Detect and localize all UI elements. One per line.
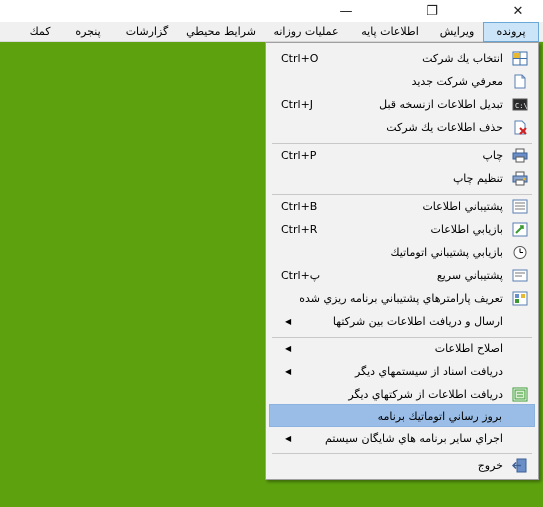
grid-icon <box>512 51 528 66</box>
submenu-arrow-icon: ◀ <box>285 434 292 443</box>
svg-text:C:\: C:\ <box>515 102 528 110</box>
close-icon: ✕ <box>512 3 524 19</box>
delete-document-icon <box>512 120 528 135</box>
minimize-button[interactable]: — <box>328 0 364 22</box>
menu-item-select-company[interactable]: انتخاب يك شركت Ctrl+O <box>269 47 535 70</box>
menu-item-auto-update[interactable]: بروز رساني اتوماتيك برنامه <box>269 404 535 427</box>
menu-window[interactable]: پنجره <box>62 22 114 42</box>
menu-item-auto-backup-restore[interactable]: بازيابي پشتيباني اتوماتيك <box>269 241 535 264</box>
menu-daily-operations[interactable]: عمليات روزانه <box>264 22 348 42</box>
menu-environment[interactable]: شرايط محيطي <box>180 22 262 42</box>
menu-item-print-setup[interactable]: تنظيم چاپ <box>269 167 535 190</box>
restore-icon: ❐ <box>426 3 438 19</box>
title-bar: — ❐ ✕ <box>0 0 543 22</box>
menu-item-new-company[interactable]: معرفي شركت جديد <box>269 70 535 93</box>
menu-item-quick-backup[interactable]: پشتيباني سريع Ctrl+پ <box>269 264 535 287</box>
print-setup-icon <box>512 171 528 186</box>
menu-edit[interactable]: ويرايش <box>432 22 482 42</box>
menu-item-exit[interactable]: خروج <box>269 454 535 477</box>
close-button[interactable]: ✕ <box>500 0 536 22</box>
clock-icon <box>512 245 528 260</box>
menu-item-restore[interactable]: بازيابي اطلاعات Ctrl+R <box>269 218 535 241</box>
menu-item-scheduled-backup-params[interactable]: تعريف پارامترهاي پشتيباني برنامه ريزي شد… <box>269 287 535 310</box>
menu-file[interactable]: پرونده <box>483 22 539 42</box>
schedule-icon <box>512 291 528 306</box>
restore-icon <box>512 222 528 237</box>
menu-bar: پرونده ويرايش اطلاعات پايه عمليات روزانه… <box>0 22 543 42</box>
menu-help[interactable]: کمك <box>20 22 60 42</box>
menu-item-print[interactable]: چاپ Ctrl+P <box>269 144 535 167</box>
import-icon <box>512 387 528 402</box>
minimize-icon: — <box>339 3 353 19</box>
menu-item-send-receive-between-companies[interactable]: ارسال و دريافت اطلاعات بين شركتها ◀ <box>269 310 535 333</box>
menu-item-convert-data[interactable]: C:\ تبديل اطلاعات ازنسخه قبل Ctrl+J <box>269 93 535 116</box>
console-icon: C:\ <box>512 97 528 112</box>
menu-reports[interactable]: گزارشات <box>116 22 178 42</box>
submenu-arrow-icon: ◀ <box>285 367 292 376</box>
menu-item-receive-docs-other-systems[interactable]: دريافت اسناد از سيستمهاي ديگر ◀ <box>269 360 535 383</box>
menu-item-receive-from-other-companies[interactable]: دريافت اطلاعات از شركتهاي ديگر <box>269 383 535 406</box>
printer-icon <box>512 148 528 163</box>
submenu-arrow-icon: ◀ <box>285 344 292 353</box>
backup-icon <box>512 199 528 214</box>
menu-item-fix-data[interactable]: اصلاح اطلاعات ◀ <box>269 337 535 360</box>
new-document-icon <box>512 74 528 89</box>
exit-icon <box>512 458 528 473</box>
submenu-arrow-icon: ◀ <box>285 317 292 326</box>
menu-item-delete-company[interactable]: حذف اطلاعات يك شركت <box>269 116 535 139</box>
menu-item-run-other-programs[interactable]: اجراي ساير برنامه هاي شايگان سيستم ◀ <box>269 427 535 450</box>
file-menu-dropdown: انتخاب يك شركت Ctrl+O معرفي شركت جديد C:… <box>265 42 539 480</box>
menu-item-backup[interactable]: پشتيباني اطلاعات Ctrl+B <box>269 195 535 218</box>
menu-base-info[interactable]: اطلاعات پايه <box>350 22 430 42</box>
restore-button[interactable]: ❐ <box>414 0 450 22</box>
quick-backup-icon <box>512 268 528 283</box>
